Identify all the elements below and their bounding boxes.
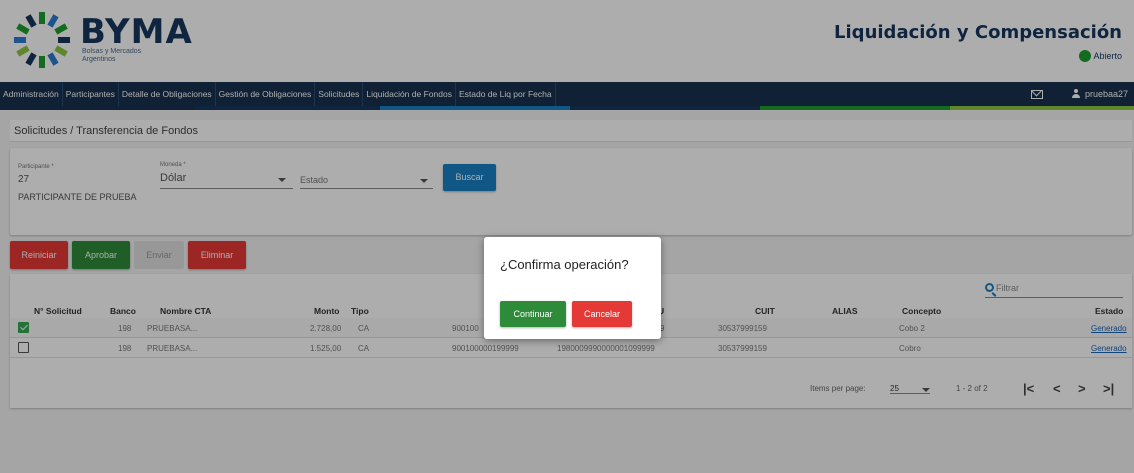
confirm-dialog: ¿Confirma operación? Continuar Cancelar: [484, 237, 661, 339]
dialog-title: ¿Confirma operación?: [500, 257, 629, 272]
continue-button[interactable]: Continuar: [500, 301, 566, 327]
app-window: BYMA Bolsas y Mercados Argentinos Liquid…: [0, 0, 1134, 473]
cancel-button[interactable]: Cancelar: [572, 301, 632, 327]
